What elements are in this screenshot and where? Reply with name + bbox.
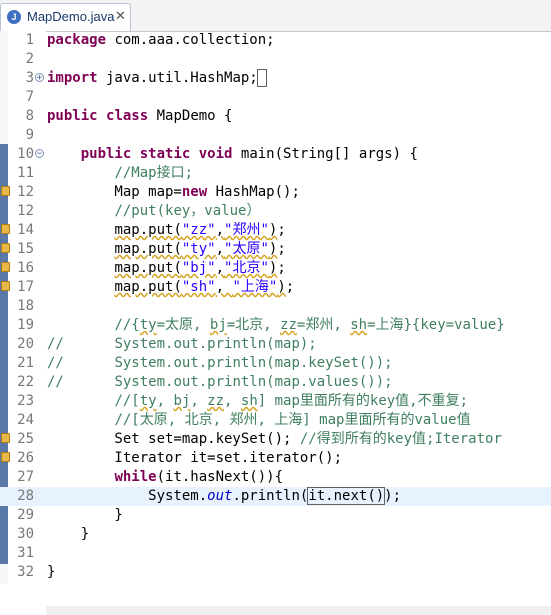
code-line[interactable]: 1 package com.aaa.collection;	[0, 31, 551, 50]
tab-mapdemo-java[interactable]: J MapDemo.java ✕	[0, 3, 131, 31]
code-line[interactable]: 30 }	[0, 525, 551, 544]
tab-title: MapDemo.java	[27, 9, 115, 24]
code-line[interactable]: 27 while(it.hasNext()){	[0, 468, 551, 487]
code-text[interactable]: Iterator it=set.iterator();	[47, 449, 342, 468]
code-text[interactable]: //[ty, bj, zz, sh] map里面所有的key值,不重复;	[47, 392, 468, 411]
line-number: 27	[17, 469, 34, 485]
code-line[interactable]: 29 }	[0, 506, 551, 525]
code-line[interactable]: 2	[0, 50, 551, 69]
line-number: 20	[17, 336, 34, 352]
code-text[interactable]: // System.out.println(map);	[47, 335, 317, 354]
code-line[interactable]: 17 map.put("sh", "上海");	[0, 278, 551, 297]
code-line[interactable]: 26 Iterator it=set.iterator();	[0, 449, 551, 468]
warning-icon[interactable]	[1, 433, 10, 443]
code-line[interactable]: 12 //put(key，value）	[0, 202, 551, 221]
horizontal-scrollbar[interactable]	[46, 606, 551, 615]
code-text[interactable]: }	[47, 563, 55, 582]
line-number: 12	[17, 184, 34, 200]
code-text[interactable]: map.put("zz","郑州");	[47, 221, 285, 240]
code-text[interactable]: public static void main(String[] args) {	[47, 145, 418, 164]
line-number: 30	[17, 526, 34, 542]
code-text[interactable]: Set set=map.keySet(); //得到所有的key值;Iterat…	[47, 430, 501, 449]
line-number: 29	[17, 507, 34, 523]
code-line[interactable]: 7	[0, 88, 551, 107]
code-text[interactable]: public class MapDemo {	[47, 107, 232, 126]
line-number: 2	[25, 51, 34, 67]
code-line[interactable]: 12 Map map=new HashMap();	[0, 183, 551, 202]
code-text[interactable]: //{ty=太原, bj=北京, zz=郑州, sh=上海}{key=value…	[47, 316, 504, 335]
code-line[interactable]: 24 //[太原, 北京, 郑州, 上海] map里面所有的value值	[0, 411, 551, 430]
code-text[interactable]: package com.aaa.collection;	[47, 31, 275, 50]
code-line[interactable]: 25 Set set=map.keySet(); //得到所有的key值;Ite…	[0, 430, 551, 449]
code-text[interactable]: // System.out.println(map.keySet());	[47, 354, 393, 373]
code-line[interactable]: 20 // System.out.println(map);	[0, 335, 551, 354]
code-line[interactable]: 11 //Map接口;	[0, 164, 551, 183]
warning-icon[interactable]	[1, 186, 10, 196]
line-number: 1	[25, 32, 34, 48]
java-file-icon: J	[7, 10, 21, 24]
line-number: 10	[17, 146, 34, 162]
line-number: 25	[17, 431, 34, 447]
code-text[interactable]: }	[47, 506, 122, 525]
code-text[interactable]: }	[47, 525, 89, 544]
code-line[interactable]: 28 System.out.println(it.next());	[0, 487, 551, 506]
line-number: 31	[17, 545, 34, 561]
editor-tab-bar: J MapDemo.java ✕	[0, 0, 551, 32]
code-line[interactable]: 21 // System.out.println(map.keySet());	[0, 354, 551, 373]
line-number: 32	[17, 564, 34, 580]
warning-icon[interactable]	[1, 243, 10, 253]
code-line[interactable]: 8 public class MapDemo {	[0, 107, 551, 126]
code-line[interactable]: 16 map.put("bj","北京");	[0, 259, 551, 278]
collapse-fold-icon[interactable]: −	[35, 149, 44, 159]
code-line[interactable]: 19 //{ty=太原, bj=北京, zz=郑州, sh=上海}{key=va…	[0, 316, 551, 335]
line-number: 15	[17, 241, 34, 257]
code-line[interactable]: 10− public static void main(String[] arg…	[0, 145, 551, 164]
line-number: 22	[17, 374, 34, 390]
code-line[interactable]: 23 //[ty, bj, zz, sh] map里面所有的key值,不重复;	[0, 392, 551, 411]
code-text[interactable]: //put(key，value）	[47, 202, 260, 221]
code-line[interactable]: 15 map.put("ty","太原");	[0, 240, 551, 259]
line-number: 11	[17, 165, 34, 181]
line-number: 9	[25, 127, 34, 143]
code-text[interactable]: map.put("bj","北京");	[47, 259, 285, 278]
code-line[interactable]: 14 map.put("zz","郑州");	[0, 221, 551, 240]
line-number: 26	[17, 450, 34, 466]
expand-fold-icon[interactable]: +	[35, 73, 44, 83]
line-number: 21	[17, 355, 34, 371]
line-number: 24	[17, 412, 34, 428]
code-text[interactable]: while(it.hasNext()){	[47, 468, 283, 487]
code-line[interactable]: 31	[0, 544, 551, 563]
code-line[interactable]: 32}	[0, 563, 551, 582]
line-number: 7	[25, 89, 34, 105]
line-number: 14	[17, 222, 34, 238]
line-number: 18	[17, 298, 34, 314]
code-text[interactable]: map.put("sh", "上海");	[47, 278, 294, 297]
line-number: 16	[17, 260, 34, 276]
code-text[interactable]: // System.out.println(map.values());	[47, 373, 393, 392]
code-text[interactable]: map.put("ty","太原");	[47, 240, 285, 259]
warning-icon[interactable]	[1, 262, 10, 272]
line-number: 17	[17, 279, 34, 295]
line-number: 12	[17, 203, 34, 219]
code-text[interactable]: //[太原, 北京, 郑州, 上海] map里面所有的value值	[47, 411, 470, 430]
line-number: 28	[17, 488, 34, 504]
line-number: 3	[25, 70, 34, 86]
warning-icon[interactable]	[1, 452, 10, 462]
line-number: 23	[17, 393, 34, 409]
line-number: 8	[25, 108, 34, 124]
code-text[interactable]: System.out.println(it.next());	[47, 487, 401, 506]
warning-icon[interactable]	[1, 281, 10, 291]
line-number: 19	[17, 317, 34, 333]
code-line[interactable]: 22 // System.out.println(map.values());	[0, 373, 551, 392]
close-icon[interactable]: ✕	[115, 8, 126, 24]
code-text[interactable]: //Map接口;	[47, 164, 193, 183]
warning-icon[interactable]	[1, 224, 10, 234]
code-text[interactable]: Map map=new HashMap();	[47, 183, 299, 202]
code-text[interactable]: import java.util.HashMap;	[47, 69, 268, 88]
code-editor[interactable]: 1 package com.aaa.collection; 2 3 + import ja…	[0, 31, 551, 615]
code-line[interactable]: 9	[0, 126, 551, 145]
code-line[interactable]: 3 + import java.util.HashMap;	[0, 69, 551, 88]
code-line[interactable]: 18	[0, 297, 551, 316]
